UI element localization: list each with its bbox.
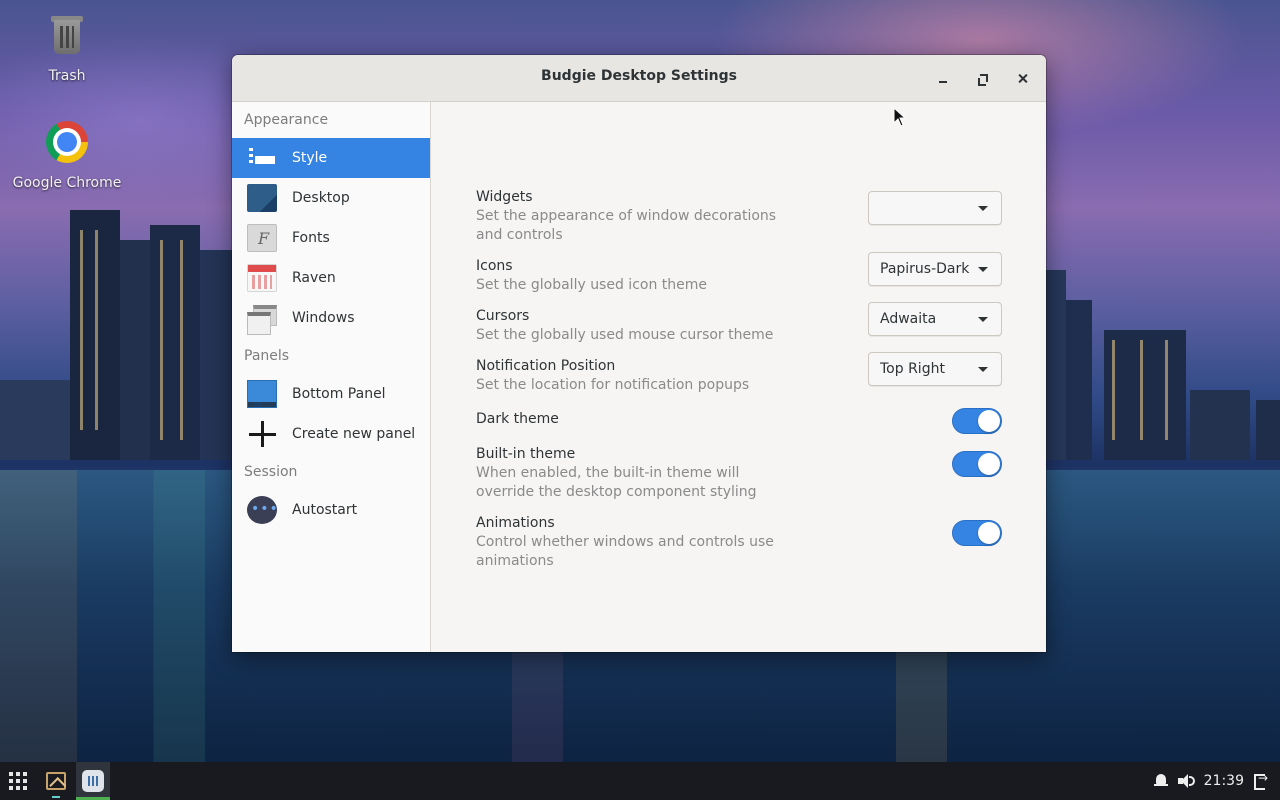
sidebar-heading-appearance: Appearance — [244, 112, 329, 128]
setting-builtin-theme: Built-in theme When enabled, the built-i… — [476, 445, 1002, 502]
bottom-panel: 21:39 — [0, 762, 1280, 800]
sidebar-item-style[interactable]: Style — [232, 138, 430, 178]
sidebar-item-label: Windows — [292, 310, 355, 326]
setting-notification-position: Notification Position Set the location f… — [476, 352, 1002, 395]
setting-dark-theme: Dark theme — [476, 408, 1002, 434]
animations-toggle[interactable] — [952, 520, 1002, 546]
mouse-cursor-icon — [893, 107, 905, 127]
notification-position-dropdown[interactable]: Top Right — [868, 352, 1002, 386]
style-icon — [247, 144, 277, 172]
taskbar-app-settings[interactable] — [76, 762, 110, 800]
setting-description: Set the globally used mouse cursor theme — [476, 327, 774, 343]
sidebar-item-label: Desktop — [292, 190, 350, 206]
desktop-icon-trash[interactable]: Trash — [12, 14, 122, 84]
sidebar-item-label: Style — [292, 150, 328, 166]
minimize-button[interactable] — [931, 67, 955, 91]
system-tray: 21:39 — [1153, 762, 1280, 800]
settings-content: Widgets Set the appearance of window dec… — [432, 102, 1046, 652]
sidebar: Appearance Style Desktop Fonts Raven Win… — [232, 102, 431, 652]
dropdown-value: Top Right — [880, 361, 945, 377]
settings-window: Budgie Desktop Settings Appearance Style… — [232, 55, 1046, 652]
sidebar-item-label: Bottom Panel — [292, 386, 386, 402]
volume-icon[interactable] — [1177, 774, 1195, 788]
sidebar-item-autostart[interactable]: Autostart — [232, 490, 430, 530]
setting-name: Dark theme — [476, 411, 559, 427]
sidebar-item-desktop[interactable]: Desktop — [232, 178, 430, 218]
setting-animations: Animations Control whether windows and c… — [476, 514, 1002, 571]
setting-icons: Icons Set the globally used icon theme P… — [476, 252, 1002, 295]
sidebar-item-label: Autostart — [292, 502, 358, 518]
dropdown-value: Adwaita — [880, 311, 937, 327]
sidebar-heading-session: Session — [244, 464, 298, 480]
taskbar-app-text-editor[interactable] — [44, 762, 68, 800]
autostart-icon — [247, 496, 279, 524]
text-editor-icon — [46, 772, 66, 790]
setting-name: Animations — [476, 515, 555, 531]
sidebar-item-bottom-panel[interactable]: Bottom Panel — [232, 374, 430, 414]
toggle-knob — [978, 453, 1000, 475]
raven-icon — [247, 264, 277, 292]
sidebar-item-label: Create new panel — [292, 426, 416, 442]
sidebar-item-raven[interactable]: Raven — [232, 258, 430, 298]
builtin-theme-toggle[interactable] — [952, 451, 1002, 477]
chevron-down-icon — [978, 205, 988, 211]
chevron-down-icon — [978, 316, 988, 322]
sidebar-heading-panels: Panels — [244, 348, 290, 364]
sidebar-item-label: Raven — [292, 270, 336, 286]
desktop-icon-google-chrome[interactable]: Google Chrome — [12, 118, 122, 191]
sidebar-item-create-new-panel[interactable]: Create new panel — [232, 414, 430, 454]
setting-name: Built-in theme — [476, 446, 576, 462]
icons-dropdown[interactable]: Papirus-Dark — [868, 252, 1002, 286]
dropdown-value: Papirus-Dark — [880, 261, 970, 277]
close-button[interactable] — [1011, 67, 1035, 91]
chevron-down-icon — [978, 266, 988, 272]
app-menu-button[interactable] — [4, 762, 32, 800]
panel-icon — [247, 380, 277, 408]
desktop-icon — [247, 184, 277, 212]
setting-description: Set the globally used icon theme — [476, 277, 708, 293]
bell-icon[interactable] — [1153, 774, 1168, 788]
trash-icon — [43, 14, 91, 62]
toggle-knob — [978, 522, 1000, 544]
sidebar-item-label: Fonts — [292, 230, 330, 246]
apps-grid-icon — [9, 772, 27, 790]
setting-description: Control whether windows and controls use… — [476, 534, 774, 569]
setting-widgets: Widgets Set the appearance of window dec… — [476, 188, 1002, 245]
sidebar-item-fonts[interactable]: Fonts — [232, 218, 430, 258]
plus-icon — [247, 420, 277, 448]
clock[interactable]: 21:39 — [1204, 773, 1244, 789]
cursors-dropdown[interactable]: Adwaita — [868, 302, 1002, 336]
toggle-knob — [978, 410, 1000, 432]
desktop-icon-label: Trash — [48, 68, 86, 84]
title-bar[interactable]: Budgie Desktop Settings — [232, 55, 1046, 102]
windows-icon — [247, 304, 277, 335]
chrome-icon — [43, 121, 91, 169]
sidebar-item-windows[interactable]: Windows — [232, 298, 430, 338]
running-indicator — [52, 796, 60, 798]
dark-theme-toggle[interactable] — [952, 408, 1002, 434]
setting-description: Set the location for notification popups — [476, 377, 750, 393]
setting-description: Set the appearance of window decorations… — [476, 208, 777, 243]
window-title: Budgie Desktop Settings — [541, 68, 737, 84]
widgets-dropdown[interactable] — [868, 191, 1002, 225]
settings-app-icon — [82, 770, 104, 792]
logout-icon[interactable] — [1254, 771, 1268, 790]
fonts-icon — [247, 224, 277, 252]
desktop-icon-label: Google Chrome — [12, 175, 122, 191]
setting-cursors: Cursors Set the globally used mouse curs… — [476, 302, 1002, 345]
chevron-down-icon — [978, 366, 988, 372]
setting-description: When enabled, the built-in theme will ov… — [476, 465, 757, 500]
maximize-button[interactable] — [971, 67, 995, 91]
